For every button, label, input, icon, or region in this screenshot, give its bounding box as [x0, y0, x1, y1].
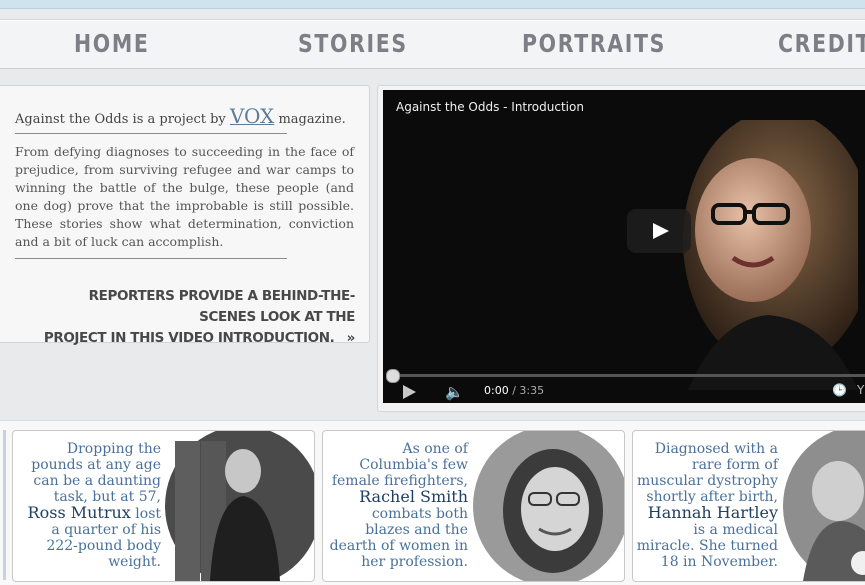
portrait-photo — [783, 431, 865, 581]
scrubber-handle[interactable] — [386, 369, 400, 383]
video-intro-link[interactable]: REPORTERS PROVIDE A BEHIND-THE-SCENES LO… — [35, 286, 356, 349]
video-player[interactable]: Against the Odds - Introduction 🔈 0:00 /… — [383, 90, 865, 403]
main-nav: HOME STORIES PORTRAITS CREDITS — [0, 19, 865, 69]
chevron-right-icon: » — [346, 330, 356, 346]
cta-line-1: REPORTERS PROVIDE A BEHIND-THE-SCENES LO… — [88, 288, 356, 325]
left-edge-marker — [3, 430, 6, 580]
cta-line-2-text: PROJECT IN THIS VIDEO INTRODUCTION. — [43, 330, 335, 346]
video-panel: Against the Odds - Introduction 🔈 0:00 /… — [377, 85, 865, 412]
story-post: is a medical miracle. She turned 18 in N… — [636, 522, 778, 570]
nav-credits[interactable]: CREDITS — [778, 29, 865, 58]
control-play-icon[interactable] — [403, 385, 416, 399]
nav-home[interactable]: HOME — [74, 29, 150, 58]
story-post: combats both blazes and the dearth of wo… — [329, 506, 468, 570]
story-text: Diagnosed with a rare form of muscular d… — [633, 441, 778, 570]
story-pre: Dropping the pounds at any age can be a … — [31, 441, 161, 505]
intro-byline: Against the Odds is a project by VOX mag… — [15, 104, 346, 128]
byline-prefix: Against the Odds is a project by — [15, 112, 226, 127]
current-time: 0:00 — [484, 384, 509, 397]
cta-line-2: PROJECT IN THIS VIDEO INTRODUCTION. » — [35, 328, 356, 349]
video-frame-image — [683, 120, 858, 390]
top-bar — [0, 0, 865, 9]
nav-stories[interactable]: STORIES — [298, 29, 408, 58]
story-text: As one of Columbia's few female firefigh… — [323, 441, 468, 570]
story-card-rachel[interactable]: As one of Columbia's few female firefigh… — [322, 430, 625, 582]
youtube-logo[interactable]: Y — [857, 383, 864, 397]
byline-suffix: magazine. — [278, 112, 346, 127]
divider-bottom — [15, 258, 287, 259]
clock-icon[interactable]: 🕒 — [832, 383, 847, 397]
story-pre: Diagnosed with a rare form of muscular d… — [637, 441, 778, 505]
divider-top — [15, 133, 287, 134]
story-pre: As one of Columbia's few female firefigh… — [331, 441, 468, 489]
story-card-ross[interactable]: Dropping the pounds at any age can be a … — [12, 430, 315, 582]
time-display: 0:00 / 3:35 — [484, 384, 544, 397]
story-name: Rachel Smith — [359, 487, 468, 506]
play-icon[interactable] — [627, 209, 691, 253]
duration: / 3:35 — [512, 384, 545, 397]
story-name: Ross Mutrux — [27, 503, 131, 522]
intro-panel: Against the Odds is a project by VOX mag… — [0, 85, 370, 346]
video-title: Against the Odds - Introduction — [396, 100, 584, 114]
progress-bar[interactable] — [391, 374, 865, 377]
nav-portraits[interactable]: PORTRAITS — [522, 29, 666, 58]
story-text: Dropping the pounds at any age can be a … — [16, 441, 161, 570]
vox-link[interactable]: VOX — [230, 104, 274, 128]
portrait-photo — [473, 431, 624, 581]
intro-body: From defying diagnoses to succeeding in … — [15, 144, 354, 249]
portrait-photo — [165, 431, 314, 581]
story-name: Hannah Hartley — [647, 503, 778, 522]
volume-icon[interactable]: 🔈 — [445, 383, 464, 401]
story-card-hannah[interactable]: Diagnosed with a rare form of muscular d… — [632, 430, 865, 582]
